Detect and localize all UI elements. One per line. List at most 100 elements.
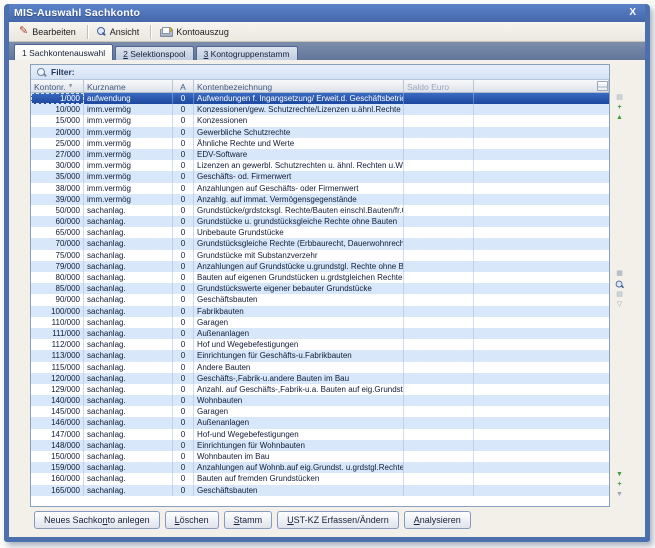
- scroll-bottom-icon[interactable]: ▼: [614, 491, 625, 499]
- cell-empty: [474, 216, 609, 227]
- table-row[interactable]: 148/000 sachanlag. 0 Einrichtungen für W…: [31, 440, 609, 451]
- table-row[interactable]: 35/000 imm.vermög 0 Geschäfts- od. Firme…: [31, 171, 609, 182]
- ust-kz-erfassen-aendern-button[interactable]: UST-KZ Erfassen/Ändern: [277, 511, 399, 529]
- cell-kontenbezeichnung: EDV-Software: [194, 149, 404, 160]
- cell-a: 0: [173, 373, 194, 384]
- cell-kontonr: 148/000: [31, 440, 84, 451]
- table-row[interactable]: 1/000 aufwendung 0 Aufwendungen f. Ingan…: [31, 93, 609, 104]
- table-row[interactable]: 20/000 imm.vermög 0 Gewerbliche Schutzre…: [31, 127, 609, 138]
- table-row[interactable]: 111/000 sachanlag. 0 Außenanlagen: [31, 328, 609, 339]
- cell-saldo-euro: [404, 138, 474, 149]
- table-row[interactable]: 160/000 sachanlag. 0 Bauten auf fremden …: [31, 473, 609, 484]
- cell-kontonr: 120/000: [31, 373, 84, 384]
- cell-kontenbezeichnung: Hof-und Wegebefestigungen: [194, 429, 404, 440]
- table-row[interactable]: 80/000 sachanlag. 0 Bauten auf eigenen G…: [31, 272, 609, 283]
- cell-kontonr: 129/000: [31, 384, 84, 395]
- column-header-kurzname[interactable]: Kurzname: [84, 80, 173, 92]
- title-bar: MIS-Auswahl Sachkonto X: [9, 4, 645, 22]
- table-row[interactable]: 145/000 sachanlag. 0 Garagen: [31, 406, 609, 417]
- table-row[interactable]: 140/000 sachanlag. 0 Wohnbauten: [31, 395, 609, 406]
- cell-saldo-euro: [404, 183, 474, 194]
- cell-kurzname: sachanlag.: [84, 417, 173, 428]
- cell-kontonr: 90/000: [31, 294, 84, 305]
- column-chooser-icon[interactable]: [597, 81, 608, 91]
- cell-a: 0: [173, 384, 194, 395]
- cell-kurzname: sachanlag.: [84, 406, 173, 417]
- table-row[interactable]: 146/000 sachanlag. 0 Außenanlagen: [31, 417, 609, 428]
- cell-saldo-euro: [404, 328, 474, 339]
- add-icon[interactable]: +: [614, 481, 625, 489]
- table-row[interactable]: 15/000 imm.vermög 0 Konzessionen: [31, 115, 609, 126]
- cell-empty: [474, 138, 609, 149]
- analysieren-button[interactable]: Analysieren: [404, 511, 471, 529]
- table-row[interactable]: 79/000 sachanlag. 0 Anzahlungen auf Grun…: [31, 261, 609, 272]
- cell-kontenbezeichnung: Grundstückswerte eigener bebauter Grunds…: [194, 283, 404, 294]
- column-header-saldo-euro[interactable]: Saldo Euro: [404, 80, 474, 92]
- cell-saldo-euro: [404, 216, 474, 227]
- filter-bar[interactable]: Filter:: [31, 65, 609, 80]
- table-row[interactable]: 25/000 imm.vermög 0 Ähnliche Rechte und …: [31, 138, 609, 149]
- cell-kontenbezeichnung: Konzessionen/gew. Schutzrechte/Lizenzen …: [194, 104, 404, 115]
- scroll-down-icon[interactable]: ▼: [614, 471, 625, 479]
- cell-saldo-euro: [404, 250, 474, 261]
- cell-saldo-euro: [404, 350, 474, 361]
- table-row[interactable]: 85/000 sachanlag. 0 Grundstückswerte eig…: [31, 283, 609, 294]
- table-row[interactable]: 112/000 sachanlag. 0 Hof und Wegebefesti…: [31, 339, 609, 350]
- neues-sachkonto-anlegen-button[interactable]: Neues Sachkonto anlegen: [34, 511, 160, 529]
- tab-sachkontenauswahl[interactable]: 1 Sachkontenauswahl: [14, 44, 113, 60]
- close-icon[interactable]: X: [626, 7, 639, 18]
- cell-kontenbezeichnung: Anzahlungen auf Grundstücke u.grundstgl.…: [194, 261, 404, 272]
- cell-empty: [474, 238, 609, 249]
- filter-funnel-icon[interactable]: ▽: [614, 301, 625, 309]
- bearbeiten-button[interactable]: ✎ Bearbeiten: [13, 24, 84, 40]
- cell-empty: [474, 227, 609, 238]
- scroll-up-icon[interactable]: ▲: [614, 114, 625, 122]
- button-label: to anlegen: [108, 515, 150, 525]
- table-row[interactable]: 110/000 sachanlag. 0 Garagen: [31, 317, 609, 328]
- table-row[interactable]: 159/000 sachanlag. 0 Anzahlungen auf Woh…: [31, 462, 609, 473]
- loeschen-button[interactable]: Löschen: [165, 511, 219, 529]
- search-icon[interactable]: [616, 281, 624, 289]
- table-row[interactable]: 10/000 imm.vermög 0 Konzessionen/gew. Sc…: [31, 104, 609, 115]
- table-row[interactable]: 147/000 sachanlag. 0 Hof-und Wegebefesti…: [31, 429, 609, 440]
- add-row-icon[interactable]: +: [614, 104, 625, 112]
- table-row[interactable]: 129/000 sachanlag. 0 Anzahl. auf Geschäf…: [31, 384, 609, 395]
- tab-selektionspool[interactable]: 2 Selektionspool: [115, 46, 193, 60]
- table-row[interactable]: 70/000 sachanlag. 0 Grundstücksgleiche R…: [31, 238, 609, 249]
- grid-zone: Filter: Kontonr. ▼ Kurzname A Kontenbeze…: [30, 64, 627, 507]
- scroll-top-icon[interactable]: ▤: [614, 94, 625, 102]
- table-row[interactable]: 90/000 sachanlag. 0 Geschäftsbauten: [31, 294, 609, 305]
- table-row[interactable]: 75/000 sachanlag. 0 Grundstücke mit Subs…: [31, 250, 609, 261]
- cell-saldo-euro: [404, 406, 474, 417]
- tab-kontogruppenstamm[interactable]: 3 Kontogruppenstamm: [196, 46, 298, 60]
- column-header-a[interactable]: A: [173, 80, 194, 92]
- table-row[interactable]: 60/000 sachanlag. 0 Grundstücke u. grund…: [31, 216, 609, 227]
- table-row[interactable]: 113/000 sachanlag. 0 Einrichtungen für G…: [31, 350, 609, 361]
- table-row[interactable]: 50/000 sachanlag. 0 Grundstücke/grdstcks…: [31, 205, 609, 216]
- table-row[interactable]: 38/000 imm.vermög 0 Anzahlungen auf Gesc…: [31, 183, 609, 194]
- list-view-icon[interactable]: ▤: [614, 291, 625, 299]
- column-header-kontonr[interactable]: Kontonr. ▼: [31, 80, 84, 92]
- column-header-kontenbezeichnung[interactable]: Kontenbezeichnung: [194, 80, 404, 92]
- table-row[interactable]: 115/000 sachanlag. 0 Andere Bauten: [31, 362, 609, 373]
- table-row[interactable]: 65/000 sachanlag. 0 Unbebaute Grundstück…: [31, 227, 609, 238]
- cell-kontenbezeichnung: Lizenzen an gewerbl. Schutzrechten u. äh…: [194, 160, 404, 171]
- cell-kurzname: imm.vermög: [84, 171, 173, 182]
- ansicht-button[interactable]: Ansicht: [91, 24, 148, 40]
- cell-a: 0: [173, 406, 194, 417]
- table-row[interactable]: 150/000 sachanlag. 0 Wohnbauten im Bau: [31, 451, 609, 462]
- cell-kontenbezeichnung: Fabrikbauten: [194, 306, 404, 317]
- table-row[interactable]: 100/000 sachanlag. 0 Fabrikbauten: [31, 306, 609, 317]
- table-row[interactable]: 39/000 imm.vermög 0 Anzahlg. auf immat. …: [31, 194, 609, 205]
- table-row[interactable]: 120/000 sachanlag. 0 Geschäfts-,Fabrik-u…: [31, 373, 609, 384]
- stamm-button[interactable]: Stamm: [224, 511, 273, 529]
- grid-view-icon[interactable]: ▦: [614, 270, 625, 278]
- cell-empty: [474, 395, 609, 406]
- table-row[interactable]: 165/000 sachanlag. 0 Geschäftsbauten: [31, 485, 609, 496]
- kontoauszug-button[interactable]: Kontoauszug: [154, 24, 237, 40]
- magnifier-icon: [97, 27, 106, 36]
- table-row[interactable]: 30/000 imm.vermög 0 Lizenzen an gewerbl.…: [31, 160, 609, 171]
- cell-a: 0: [173, 294, 194, 305]
- footer-button-bar: Neues Sachkonto anlegen Löschen Stamm US…: [30, 507, 627, 537]
- table-row[interactable]: 27/000 imm.vermög 0 EDV-Software: [31, 149, 609, 160]
